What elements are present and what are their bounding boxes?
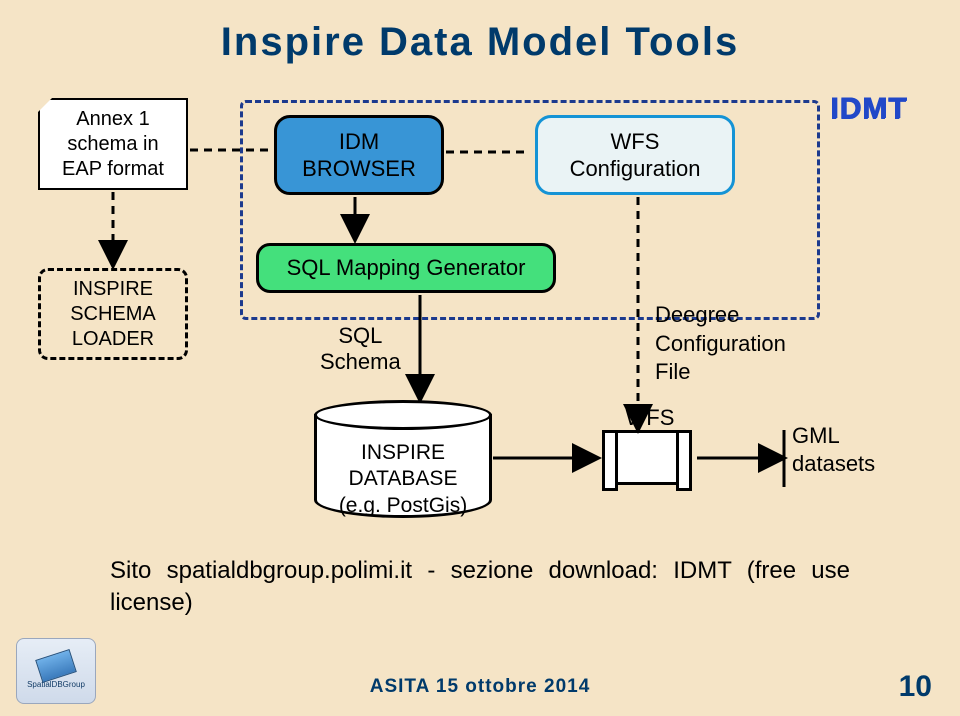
sql-schema-label: SQL Schema	[320, 323, 401, 376]
idm-browser-box: IDM BROWSER	[274, 115, 444, 195]
database-cylinder: INSPIRE DATABASE (e.g. PostGis)	[314, 400, 492, 520]
annex-label: Annex 1 schema in EAP format	[62, 107, 164, 182]
sql-mapping-box: SQL Mapping Generator	[256, 243, 556, 293]
wfs-config-box: WFS Configuration	[535, 115, 735, 195]
caption-text: Sito spatialdbgroup.polimi.it - sezione …	[110, 555, 850, 620]
logo-icon: SpatialDBGroup	[16, 638, 96, 704]
deegree-label: Deegree Configuration File	[655, 301, 786, 387]
idmt-label: IDMT	[830, 92, 907, 126]
footer-text: ASITA 15 ottobre 2014	[0, 676, 960, 698]
sql-mapping-label: SQL Mapping Generator	[287, 254, 526, 282]
logo-text: SpatialDBGroup	[27, 680, 85, 689]
wfs-label: WFS	[615, 405, 685, 431]
page-number: 10	[899, 670, 932, 704]
gml-label: GML datasets	[792, 422, 875, 477]
wfs-component: WFS	[612, 430, 682, 485]
wfs-config-label: WFS Configuration	[570, 128, 701, 183]
page-title: Inspire Data Model Tools	[0, 20, 960, 65]
schema-loader-box: INSPIRE SCHEMA LOADER	[38, 268, 188, 360]
schema-loader-label: INSPIRE SCHEMA LOADER	[70, 277, 156, 352]
database-label: INSPIRE DATABASE (e.g. PostGis)	[314, 440, 492, 519]
idm-browser-label: IDM BROWSER	[302, 128, 416, 183]
annex-box: Annex 1 schema in EAP format	[38, 98, 188, 190]
